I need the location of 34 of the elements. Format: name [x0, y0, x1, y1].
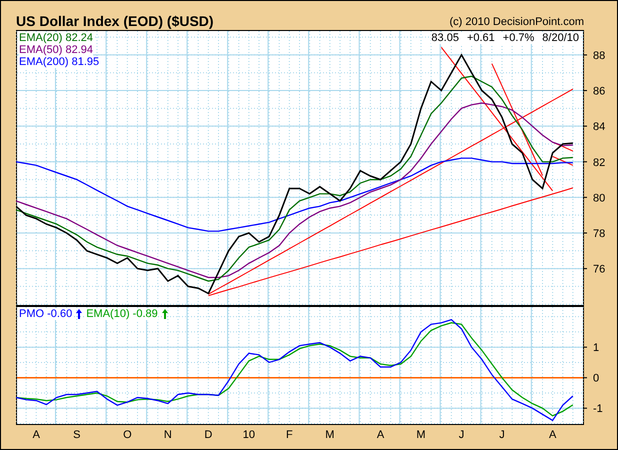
x-axis-label: D [204, 429, 212, 441]
y-axis-label: 86 [593, 86, 606, 98]
y-axis-label: 1 [593, 342, 600, 354]
quote-value: 8/20/10 [542, 32, 579, 44]
x-axis-label: A [376, 429, 384, 441]
x-axis-label: O [123, 429, 132, 441]
quote-value: 83.05 [431, 32, 459, 44]
legend-entry: EMA(200) 81.95 [19, 56, 100, 68]
y-axis-label: 82 [593, 156, 606, 169]
legend-entry: EMA(20) 82.24 [19, 32, 93, 44]
x-axis-label: M [416, 429, 426, 441]
y-axis-label: 0 [593, 372, 600, 385]
x-axis-label: F [286, 429, 293, 441]
y-axis-label: -1 [593, 403, 603, 416]
quote-value: +0.61 [466, 32, 495, 44]
legend-entry: EMA(50) 82.94 [19, 44, 93, 56]
x-axis-label: M [325, 429, 334, 441]
legend-entry: EMA(10) -0.89 [86, 308, 158, 320]
chart-title: US Dollar Index (EOD) ($USD) [16, 13, 214, 29]
y-axis-label: 76 [593, 264, 606, 276]
quote-value: +0.7% [502, 32, 534, 44]
x-axis-label: A [32, 429, 40, 441]
y-axis-label: 88 [593, 50, 606, 62]
x-axis-label: J [458, 429, 464, 441]
y-axis-label: 84 [593, 121, 606, 134]
x-axis-label: S [73, 429, 80, 441]
x-axis-label: A [548, 429, 556, 441]
x-axis-label: N [164, 429, 172, 441]
y-axis-label: 78 [593, 228, 606, 240]
y-axis-label: 80 [593, 192, 606, 204]
copyright-text: (c) 2010 DecisionPoint.com [449, 16, 584, 28]
legend-entry: PMO -0.60 [19, 308, 72, 320]
x-axis-label: 10 [242, 429, 255, 441]
x-axis-label: J [499, 429, 505, 441]
